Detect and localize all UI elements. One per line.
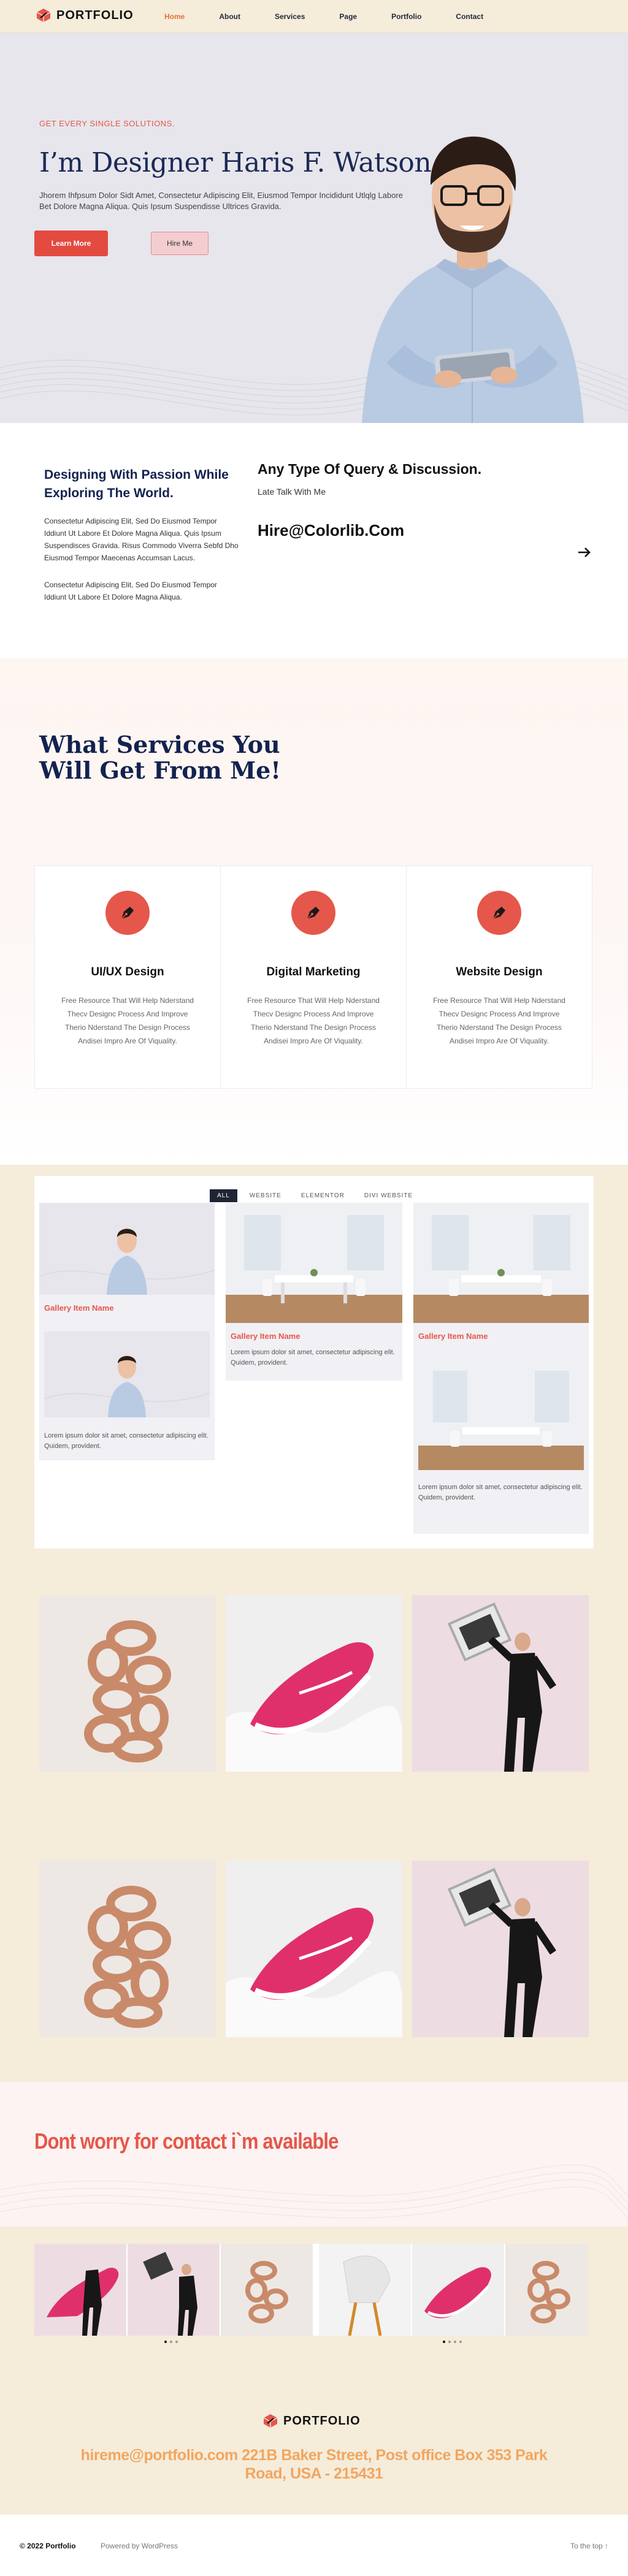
pen-nib-icon xyxy=(291,891,335,935)
carousel-slide[interactable] xyxy=(319,2244,411,2336)
service-card: Digital Marketing Free Resource That Wil… xyxy=(221,866,407,1088)
hero-portrait-image xyxy=(362,136,584,423)
gallery-filters: ALL WEBSITE ELEMENTOR DIVI WEBSITE xyxy=(210,1189,420,1202)
image-carousel-section xyxy=(0,2227,628,2353)
hero-eyebrow: GET EVERY SINGLE SOLUTIONS. xyxy=(39,119,175,128)
carousel-dot[interactable] xyxy=(170,2341,172,2343)
gallery-panel: ALL WEBSITE ELEMENTOR DIVI WEBSITE Galle… xyxy=(34,1176,594,1549)
service-card: UI/UX Design Free Resource That Will Hel… xyxy=(35,866,221,1088)
carousel-slide[interactable] xyxy=(412,2244,504,2336)
about-paragraph-2: Consectetur Adipiscing Elit, Sed Do Eius… xyxy=(44,581,217,601)
filter-website[interactable]: WEBSITE xyxy=(242,1189,289,1202)
hero-section: GET EVERY SINGLE SOLUTIONS. I’m Designer… xyxy=(0,33,628,423)
about-section: Designing With Passion While Exploring T… xyxy=(0,423,628,658)
carousel-track xyxy=(34,2244,588,2336)
services-section: What Services You Will Get From Me! UI/U… xyxy=(0,658,628,1165)
carousel-dot[interactable] xyxy=(175,2341,178,2343)
logo-text: PORTFOLIO xyxy=(56,8,134,22)
nav-about[interactable]: About xyxy=(219,12,253,21)
about-paragraph-1: Consectetur Adipiscing Elit, Sed Do Eius… xyxy=(44,517,239,562)
gallery-image xyxy=(418,1360,584,1470)
site-logo[interactable]: PORTFOLIO xyxy=(36,7,134,23)
carousel-dot[interactable] xyxy=(164,2341,167,2343)
service-text: Free Resource That Will Help Nderstand T… xyxy=(433,996,565,1045)
learn-more-button[interactable]: Learn More xyxy=(34,231,108,256)
services-heading: What Services You Will Get From Me! xyxy=(39,731,281,784)
nav-portfolio[interactable]: Portfolio xyxy=(391,12,434,21)
contact-heading: Dont worry for contact i`m available xyxy=(34,2128,339,2154)
gallery-card[interactable]: Gallery Item Name Lorem ipsum dolor sit … xyxy=(39,1203,215,1460)
sneaker-image[interactable] xyxy=(226,1861,402,2037)
hire-email-link[interactable]: Hire@Colorlib.Com xyxy=(258,521,404,540)
services-grid: UI/UX Design Free Resource That Will Hel… xyxy=(34,866,592,1089)
query-heading: Any Type Of Query & Discussion. xyxy=(258,461,482,477)
carousel-dot[interactable] xyxy=(459,2341,462,2343)
carousel-slide[interactable] xyxy=(34,2244,126,2336)
service-title: Website Design xyxy=(456,966,543,978)
service-title: Digital Marketing xyxy=(266,966,361,978)
nav-home[interactable]: Home xyxy=(164,12,197,21)
copper-rings-image[interactable] xyxy=(39,1861,216,2037)
nav-contact[interactable]: Contact xyxy=(456,12,496,21)
main-nav: Home About Services Page Portfolio Conta… xyxy=(164,0,518,33)
gallery-item-desc: Lorem ipsum dolor sit amet, consectetur … xyxy=(418,1484,583,1501)
footer-info: PORTFOLIO hireme@portfolio.com 221B Bake… xyxy=(0,2353,628,2515)
gallery-image xyxy=(44,1332,210,1417)
carousel-dots-left xyxy=(164,2341,178,2343)
man-with-frame-image[interactable] xyxy=(412,1595,589,1772)
footer-logo[interactable]: PORTFOLIO xyxy=(262,2413,361,2429)
gallery-card[interactable]: Gallery Item Name Lorem ipsum dolor sit … xyxy=(226,1203,402,1381)
service-title: UI/UX Design xyxy=(91,966,164,978)
gallery-item-name: Gallery Item Name xyxy=(231,1332,301,1341)
contact-banner: Dont worry for contact i`m available xyxy=(0,2082,628,2227)
about-heading: Designing With Passion While Exploring T… xyxy=(44,468,229,500)
service-text: Free Resource That Will Help Nderstand T… xyxy=(61,996,194,1045)
gallery-item-name: Gallery Item Name xyxy=(418,1332,488,1341)
gallery-image xyxy=(39,1203,215,1295)
carousel-dot[interactable] xyxy=(454,2341,456,2343)
sneaker-image[interactable] xyxy=(226,1595,402,1772)
contact-wave-lines xyxy=(0,2164,628,2219)
logo-icon xyxy=(263,2414,278,2428)
carousel-slide[interactable] xyxy=(128,2244,220,2336)
carousel-dot[interactable] xyxy=(443,2341,445,2343)
carousel-slide[interactable] xyxy=(221,2244,313,2336)
man-with-frame-image[interactable] xyxy=(412,1861,589,2037)
filter-elementor[interactable]: ELEMENTOR xyxy=(294,1189,352,1202)
pen-nib-icon xyxy=(105,891,150,935)
footer-bottom-bar: © 2022 Portfolio Powered by WordPress To… xyxy=(0,2515,628,2576)
copper-rings-image[interactable] xyxy=(39,1595,216,1772)
product-gallery-section xyxy=(0,1582,628,2082)
back-to-top-link[interactable]: To the top ↑ xyxy=(570,2542,608,2550)
gallery-card[interactable]: Gallery Item Name Lorem ipsum dolor sit … xyxy=(413,1203,589,1534)
footer-logo-text: PORTFOLIO xyxy=(283,2414,361,2428)
nav-page[interactable]: Page xyxy=(339,12,369,21)
gallery-item-name: Gallery Item Name xyxy=(44,1303,114,1313)
gallery-item-desc: Lorem ipsum dolor sit amet, consectetur … xyxy=(231,1349,395,1366)
carousel-slide[interactable] xyxy=(505,2244,588,2336)
powered-by-link[interactable]: Powered by WordPress xyxy=(101,2542,178,2550)
pen-nib-icon xyxy=(477,891,521,935)
gallery-image xyxy=(413,1203,589,1323)
copyright-text: © 2022 Portfolio xyxy=(20,2542,76,2550)
gallery-item-desc: Lorem ipsum dolor sit amet, consectetur … xyxy=(44,1432,209,1450)
logo-icon xyxy=(36,9,51,22)
service-text: Free Resource That Will Help Nderstand T… xyxy=(247,996,380,1045)
filter-all[interactable]: ALL xyxy=(210,1189,237,1202)
service-card: Website Design Free Resource That Will H… xyxy=(407,866,592,1088)
gallery-section: ALL WEBSITE ELEMENTOR DIVI WEBSITE Galle… xyxy=(0,1165,628,1582)
arrow-right-icon[interactable] xyxy=(578,547,591,558)
footer-contact-line: hireme@portfolio.com 221B Baker Street, … xyxy=(80,2447,548,2482)
carousel-dots-right xyxy=(443,2341,462,2343)
site-header: PORTFOLIO Home About Services Page Portf… xyxy=(0,0,628,33)
filter-divi-website[interactable]: DIVI WEBSITE xyxy=(357,1189,420,1202)
query-subtitle: Late Talk With Me xyxy=(258,487,326,497)
hire-me-button[interactable]: Hire Me xyxy=(151,232,209,255)
carousel-dot[interactable] xyxy=(448,2341,451,2343)
gallery-image xyxy=(226,1203,402,1323)
nav-services[interactable]: Services xyxy=(275,12,317,21)
